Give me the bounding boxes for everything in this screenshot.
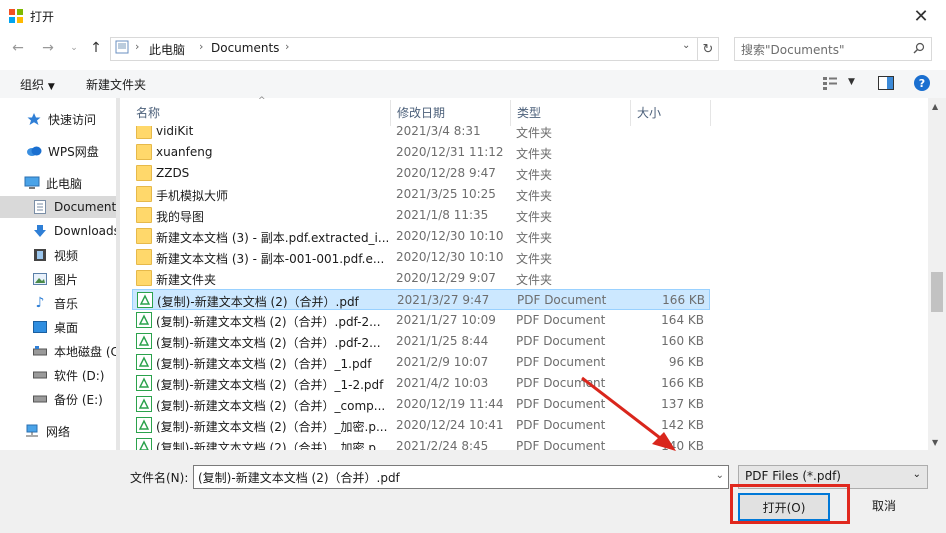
annotation-arrow-icon bbox=[581, 376, 676, 451]
